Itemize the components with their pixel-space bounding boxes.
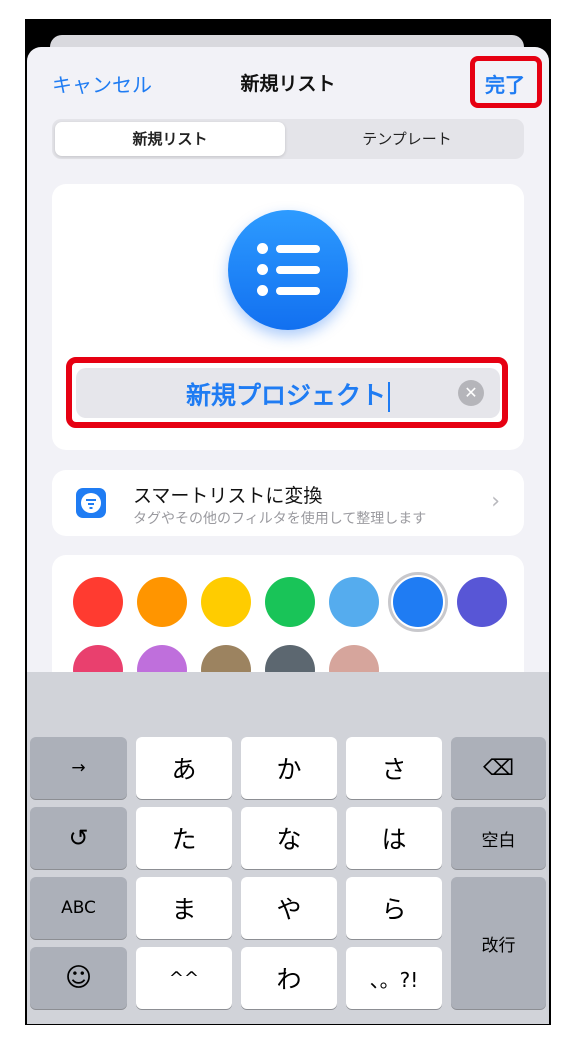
tab-template[interactable]: テンプレート bbox=[292, 122, 522, 156]
delete-icon[interactable]: ⌫ bbox=[451, 737, 546, 799]
key-a[interactable]: あ bbox=[136, 737, 232, 799]
color-swatch[interactable] bbox=[137, 577, 187, 627]
color-swatch[interactable] bbox=[201, 577, 251, 627]
chevron-right-icon: › bbox=[491, 489, 500, 514]
key-kaomoji[interactable]: ^^ bbox=[136, 947, 232, 1009]
key-next-arrow[interactable]: → bbox=[30, 737, 127, 799]
abc-key[interactable]: ABC bbox=[30, 877, 127, 939]
space-key[interactable]: 空白 bbox=[451, 807, 546, 869]
emoji-icon[interactable]: ☺ bbox=[30, 947, 127, 1009]
nav-bar: キャンセル 新規リスト 完了 bbox=[27, 47, 549, 119]
smart-list-title: スマートリストに変換 bbox=[133, 485, 323, 507]
list-info-card: 新規プロジェクト ✕ bbox=[52, 184, 524, 450]
key-na[interactable]: な bbox=[241, 807, 337, 869]
done-highlight-box bbox=[470, 56, 542, 108]
color-picker-card bbox=[52, 555, 524, 687]
smart-list-subtitle: タグやその他のフィルタを使用して整理します bbox=[133, 511, 427, 527]
japanese-keyboard: → あ か さ ⌫ ↺ た な は 空白 ABC ま や ら 改行 ☺ ^^ わ… bbox=[27, 672, 549, 1024]
color-swatch[interactable] bbox=[329, 577, 379, 627]
key-ta[interactable]: た bbox=[136, 807, 232, 869]
new-list-sheet: キャンセル 新規リスト 完了 新規リスト テンプレート 新規プロジェクト ✕ ス… bbox=[27, 47, 549, 687]
key-ya[interactable]: や bbox=[241, 877, 337, 939]
key-ha[interactable]: は bbox=[346, 807, 442, 869]
undo-icon[interactable]: ↺ bbox=[30, 807, 127, 869]
segmented-control: 新規リスト テンプレート bbox=[52, 119, 524, 159]
key-ma[interactable]: ま bbox=[136, 877, 232, 939]
list-bullet-icon bbox=[228, 210, 348, 330]
keyboard-suggestion-bar bbox=[27, 672, 549, 732]
key-punctuation[interactable]: 、。?! bbox=[346, 947, 442, 1009]
color-swatch[interactable] bbox=[457, 577, 507, 627]
color-swatch[interactable] bbox=[265, 577, 315, 627]
tab-new-list[interactable]: 新規リスト bbox=[55, 122, 285, 156]
key-ka[interactable]: か bbox=[241, 737, 337, 799]
return-key[interactable]: 改行 bbox=[451, 877, 546, 1009]
filter-icon bbox=[76, 488, 106, 518]
key-wa[interactable]: わ bbox=[241, 947, 337, 1009]
color-swatch[interactable] bbox=[393, 577, 443, 627]
smart-list-row[interactable]: スマートリストに変換 タグやその他のフィルタを使用して整理します › bbox=[52, 470, 524, 536]
key-sa[interactable]: さ bbox=[346, 737, 442, 799]
name-highlight-box bbox=[66, 357, 508, 428]
key-ra[interactable]: ら bbox=[346, 877, 442, 939]
color-swatch[interactable] bbox=[73, 577, 123, 627]
